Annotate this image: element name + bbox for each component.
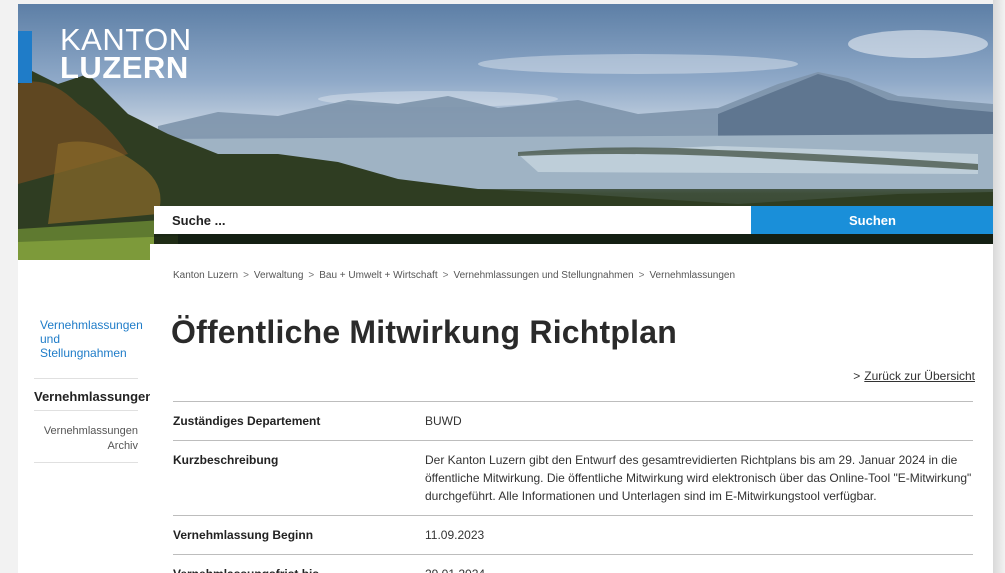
- row-value: 11.09.2023: [425, 528, 485, 542]
- breadcrumb-item[interactable]: Kanton Luzern: [173, 270, 238, 281]
- breadcrumb-item[interactable]: Vernehmlassungen: [649, 270, 735, 281]
- row-label: Vernehmlassung Beginn: [173, 528, 314, 542]
- details-table: Zuständiges Departement BUWD Kurzbeschre…: [173, 401, 973, 573]
- search-button[interactable]: Suchen: [751, 206, 994, 234]
- breadcrumb-item[interactable]: Verwaltung: [254, 270, 303, 281]
- search-shadow: [154, 234, 994, 244]
- table-row: Vernehmlassungsfrist bis 29.01.2024: [173, 554, 973, 573]
- logo-accent-bar: [18, 31, 32, 83]
- table-row: Zuständiges Departement BUWD: [173, 401, 973, 440]
- breadcrumb-separator: >: [308, 270, 315, 281]
- breadcrumb: Kanton Luzern > Verwaltung > Bau + Umwelt + …: [173, 270, 735, 281]
- main-content: Kanton Luzern > Verwaltung > Bau + Umwelt + …: [150, 244, 993, 573]
- sidebar: Vernehmlassungen und Stellungnahmen Vern…: [18, 260, 154, 573]
- breadcrumb-separator: >: [243, 270, 249, 281]
- page: KANTON LUZERN Suche ... Suchen Vernehmla…: [0, 0, 1005, 573]
- sidebar-item-active[interactable]: Vernehmlassungen: [34, 389, 153, 404]
- kanton-luzern-logo[interactable]: KANTON LUZERN: [60, 24, 192, 85]
- breadcrumb-item[interactable]: Bau + Umwelt + Wirtschaft: [319, 270, 437, 281]
- row-label: Vernehmlassungsfrist bis: [173, 555, 425, 573]
- sidebar-divider: [34, 378, 138, 379]
- search-bar: Suche ... Suchen: [154, 206, 994, 234]
- search-input[interactable]: Suche ...: [154, 206, 751, 234]
- breadcrumb-separator: >: [638, 270, 645, 281]
- breadcrumb-separator: >: [442, 270, 449, 281]
- row-label: Kurzbeschreibung: [173, 453, 279, 467]
- sidebar-parent-link[interactable]: Vernehmlassungen und Stellungnahmen: [40, 318, 148, 360]
- breadcrumb-item[interactable]: Vernehmlassungen und Stellungnahmen: [453, 270, 633, 281]
- logo-line-2: LUZERN: [60, 50, 189, 85]
- sidebar-divider: [34, 462, 138, 463]
- row-label: Zuständiges Departement: [173, 414, 321, 428]
- chevron-right-icon: >: [853, 369, 861, 383]
- sidebar-divider: [34, 410, 138, 411]
- table-row: Vernehmlassung Beginn 11.09.2023: [173, 515, 973, 554]
- row-value: Der Kanton Luzern gibt den Entwurf des g…: [425, 453, 972, 503]
- page-edge-shadow: [993, 0, 1005, 573]
- back-link-label: Zurück zur Übersicht: [864, 369, 975, 383]
- row-value: BUWD: [425, 414, 462, 428]
- sidebar-item-archive[interactable]: Vernehmlassungen Archiv: [34, 424, 138, 454]
- row-value: 29.01.2024: [425, 555, 973, 573]
- page-title: Öffentliche Mitwirkung Richtplan: [171, 314, 677, 350]
- table-row: Kurzbeschreibung Der Kanton Luzern gibt …: [173, 440, 973, 515]
- back-to-overview-link[interactable]: > Zurück zur Übersicht: [853, 369, 975, 383]
